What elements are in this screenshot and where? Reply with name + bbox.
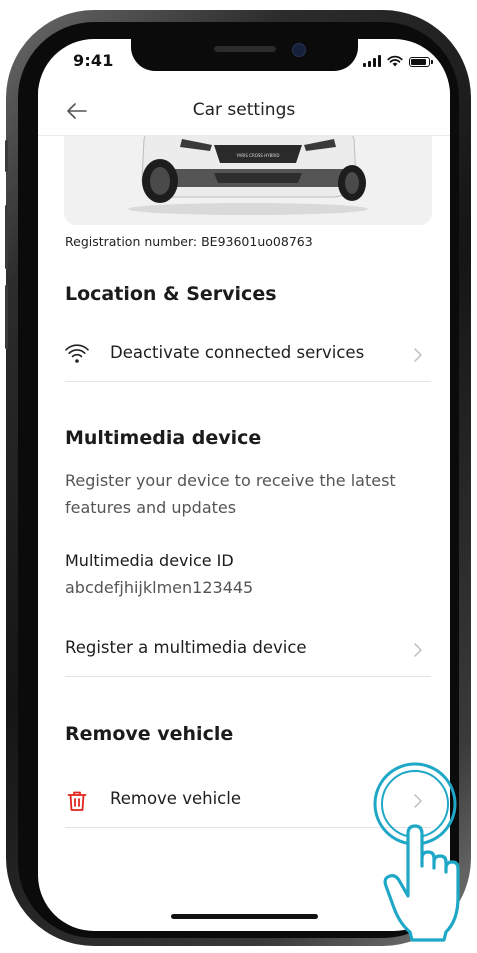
wifi-status-icon xyxy=(387,55,403,67)
tap-hand-icon xyxy=(373,762,460,942)
chevron-right-icon xyxy=(414,348,422,362)
status-time: 9:41 xyxy=(73,51,114,70)
multimedia-heading: Multimedia device xyxy=(65,427,262,449)
plate-label: YARIS CROSS HYBRID xyxy=(236,153,280,158)
speaker xyxy=(214,46,276,52)
trash-icon xyxy=(67,791,87,811)
home-indicator xyxy=(171,914,318,919)
volume-up-button xyxy=(5,205,8,269)
deactivate-connected-services-label: Deactivate connected services xyxy=(110,343,365,362)
mute-switch xyxy=(5,140,8,172)
signal-icon xyxy=(363,55,381,67)
register-multimedia-device-label: Register a multimedia device xyxy=(65,638,307,657)
notch xyxy=(131,39,358,71)
register-multimedia-device-row[interactable]: Register a multimedia device xyxy=(65,626,431,677)
location-services-heading: Location & Services xyxy=(65,283,277,305)
remove-vehicle-label: Remove vehicle xyxy=(110,789,241,808)
multimedia-device-id-value: abcdefjhijklmen123445 xyxy=(65,578,254,597)
registration-number: Registration number: BE93601uo08763 xyxy=(65,234,313,249)
volume-down-button xyxy=(5,285,8,349)
chevron-right-icon xyxy=(414,643,422,657)
multimedia-device-id-label: Multimedia device ID xyxy=(65,551,234,570)
multimedia-description: Register your device to receive the late… xyxy=(65,471,396,517)
status-icons xyxy=(363,55,433,67)
deactivate-connected-services-row[interactable]: Deactivate connected services xyxy=(65,331,431,382)
wifi-icon xyxy=(65,344,89,363)
battery-icon xyxy=(409,57,433,67)
remove-vehicle-heading: Remove vehicle xyxy=(65,723,234,745)
page-title: Car settings xyxy=(192,100,296,120)
app-header: Car settings xyxy=(38,87,450,136)
front-camera xyxy=(292,43,306,57)
